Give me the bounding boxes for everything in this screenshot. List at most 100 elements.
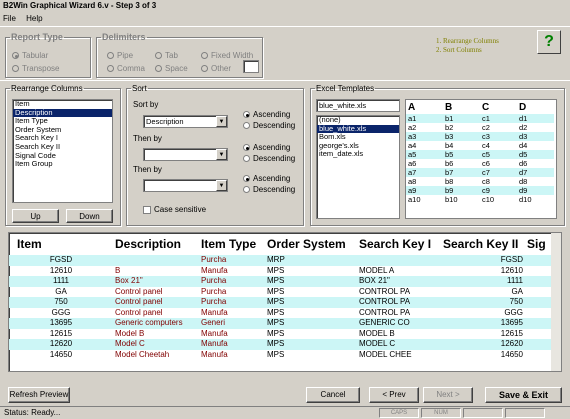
- grid-cell: Manufa: [201, 265, 228, 275]
- list-item[interactable]: item_date.xls: [317, 150, 399, 159]
- grid-header-cell[interactable]: Item Type: [199, 233, 265, 255]
- grid-header-cell[interactable]: Search Key I: [357, 233, 441, 255]
- then-by-select-1[interactable]: ▼: [143, 148, 228, 161]
- table-row[interactable]: 12615 Model B Manufa MPS MODEL B 12615: [9, 329, 555, 340]
- sort3-ascending[interactable]: Ascending: [243, 174, 290, 183]
- radio-space[interactable]: Space: [155, 64, 188, 73]
- preview-cell: a7: [408, 168, 417, 177]
- table-row[interactable]: 1111 Box 21" Purcha MPS BOX 21" 1111: [9, 276, 555, 287]
- table-row[interactable]: 12610 B Manufa MPS MODEL A 12610: [9, 266, 555, 277]
- radio-tabular[interactable]: Tabular: [12, 51, 48, 60]
- table-row[interactable]: 12620 Model C Manufa MPS MODEL C 12620: [9, 339, 555, 350]
- template-name-input[interactable]: blue_white.xls: [316, 99, 400, 112]
- preview-header-cell: D: [519, 101, 527, 113]
- num-indicator: NUM: [421, 408, 461, 418]
- prev-button[interactable]: < Prev: [369, 387, 419, 403]
- sort1-ascending-label: Ascending: [253, 110, 291, 119]
- preview-row: a6 b6 c6 d6: [406, 159, 554, 168]
- sort2-descending-label: Descending: [253, 154, 296, 163]
- cancel-button[interactable]: Cancel: [306, 387, 360, 403]
- sort1-ascending[interactable]: Ascending: [243, 110, 290, 119]
- preview-row: a5 b5 c5 d5: [406, 150, 554, 159]
- radio-other[interactable]: Other: [201, 64, 231, 73]
- radio-tab-dot: [155, 52, 162, 60]
- preview-cell: b7: [445, 168, 454, 177]
- grid-cell: 1111: [52, 276, 69, 285]
- next-button[interactable]: Next >: [423, 387, 473, 403]
- then-by-select-2[interactable]: ▼: [143, 179, 228, 192]
- down-button[interactable]: Down: [66, 209, 113, 223]
- grid-header-cell[interactable]: Order System: [265, 233, 357, 255]
- list-item[interactable]: Item Group: [13, 160, 112, 169]
- sort2-descending[interactable]: Descending: [243, 154, 295, 163]
- menu-separator: [0, 26, 570, 27]
- table-row[interactable]: 750 Control panel Purcha MPS CONTROL PA 750: [9, 297, 555, 308]
- preview-cell: a3: [408, 132, 417, 141]
- grid-cell: MPS: [267, 286, 285, 296]
- preview-cell: b9: [445, 186, 454, 195]
- preview-cell: d7: [519, 168, 528, 177]
- preview-cell: d1: [519, 114, 528, 123]
- table-row[interactable]: 13695 Generic computers Generi MPS GENERIC C…: [9, 318, 555, 329]
- grid-cell: MPS: [267, 307, 285, 317]
- menu-file[interactable]: File: [3, 14, 16, 23]
- up-button[interactable]: Up: [12, 209, 59, 223]
- table-row[interactable]: GGG Control panel Manufa MPS CONTROL PA GGG: [9, 308, 555, 319]
- preview-cell: a2: [408, 123, 417, 132]
- then-by-label-1: Then by: [133, 134, 162, 143]
- other-delimiter-input[interactable]: [243, 60, 259, 73]
- grid-header-cell[interactable]: Search Key II: [441, 233, 525, 255]
- table-row[interactable]: GA Control panel Purcha MPS CONTROL PA GA: [9, 287, 555, 298]
- grid-cell: FGSD: [500, 255, 523, 264]
- radio-fixed-width[interactable]: Fixed Width: [201, 51, 253, 60]
- template-list[interactable]: (none) blue_white.xls Bom.xls george's.xls i…: [316, 115, 400, 219]
- radio-comma[interactable]: Comma: [107, 64, 145, 73]
- grid-cell: BOX 21": [359, 276, 390, 285]
- grid-cell: Generi: [201, 318, 226, 327]
- case-sensitive-checkbox[interactable]: Case sensitive: [143, 205, 206, 214]
- radio-pipe[interactable]: Pipe: [107, 51, 133, 60]
- radio-comma-label: Comma: [117, 64, 146, 73]
- grid-cell: MPS: [267, 318, 285, 327]
- vertical-scrollbar[interactable]: [551, 233, 561, 371]
- preview-row: a2 b2 c2 d2: [406, 123, 554, 132]
- sort1-descending[interactable]: Descending: [243, 121, 295, 130]
- status-blank-2: [505, 408, 545, 418]
- grid-cell: Model B: [115, 328, 145, 338]
- preview-row: a9 b9 c9 d9: [406, 186, 554, 195]
- preview-row: a3 b3 c3 d3: [406, 132, 554, 141]
- table-row[interactable]: FGSD Purcha MRP FGSD: [9, 255, 555, 266]
- grid-header-cell[interactable]: Description: [113, 233, 199, 255]
- grid-cell: MPS: [267, 265, 285, 275]
- grid-cell: [113, 255, 199, 266]
- radio-transpose[interactable]: Transpose: [12, 64, 60, 73]
- sort3-descending[interactable]: Descending: [243, 185, 295, 194]
- preview-cell: c6: [482, 159, 490, 168]
- grid-cell: GGG: [51, 307, 71, 317]
- grid-cell: 13695: [49, 318, 73, 327]
- delimiters-legend: Delimiters: [102, 32, 146, 42]
- preview-header-cell: A: [408, 101, 416, 113]
- menu-help[interactable]: Help: [26, 14, 42, 23]
- radio-tab[interactable]: Tab: [155, 51, 178, 60]
- grid-header-cell[interactable]: Item: [9, 233, 113, 255]
- sort-by-select[interactable]: Description ▼: [143, 115, 228, 128]
- step-1: 1. Rearrange Columns: [436, 37, 499, 45]
- grid-cell: 12615: [500, 328, 523, 338]
- table-row[interactable]: 14650 Model Cheetah Manufa MPS MODEL CHEE 146…: [9, 350, 555, 361]
- sort3-descending-label: Descending: [253, 185, 296, 194]
- preview-cell: b10: [445, 195, 458, 204]
- grid-cell: Purcha: [201, 286, 227, 296]
- data-preview-grid[interactable]: Item Description Item Type Order System Sear…: [8, 232, 562, 372]
- rearrange-list[interactable]: Item Description Item Type Order System Sear…: [12, 99, 113, 203]
- grid-header-row: Item Description Item Type Order System Sear…: [9, 233, 555, 255]
- save-exit-button[interactable]: Save & Exit: [485, 387, 562, 403]
- grid-cell: MODEL C: [359, 339, 396, 348]
- refresh-preview-button[interactable]: Refresh Preview: [8, 387, 70, 403]
- grid-cell: Model Cheetah: [115, 349, 170, 359]
- preview-table: A B C Da1 b1 c1 d1 a2 b2 c2 d2 a3 b3 c3 d3 a4 b4 c4 d4 a5 b5…: [406, 100, 554, 204]
- sort2-ascending[interactable]: Ascending: [243, 143, 290, 152]
- preview-cell: b8: [445, 177, 454, 186]
- help-button[interactable]: ?: [537, 30, 561, 54]
- grid-cell: Purcha: [201, 255, 227, 264]
